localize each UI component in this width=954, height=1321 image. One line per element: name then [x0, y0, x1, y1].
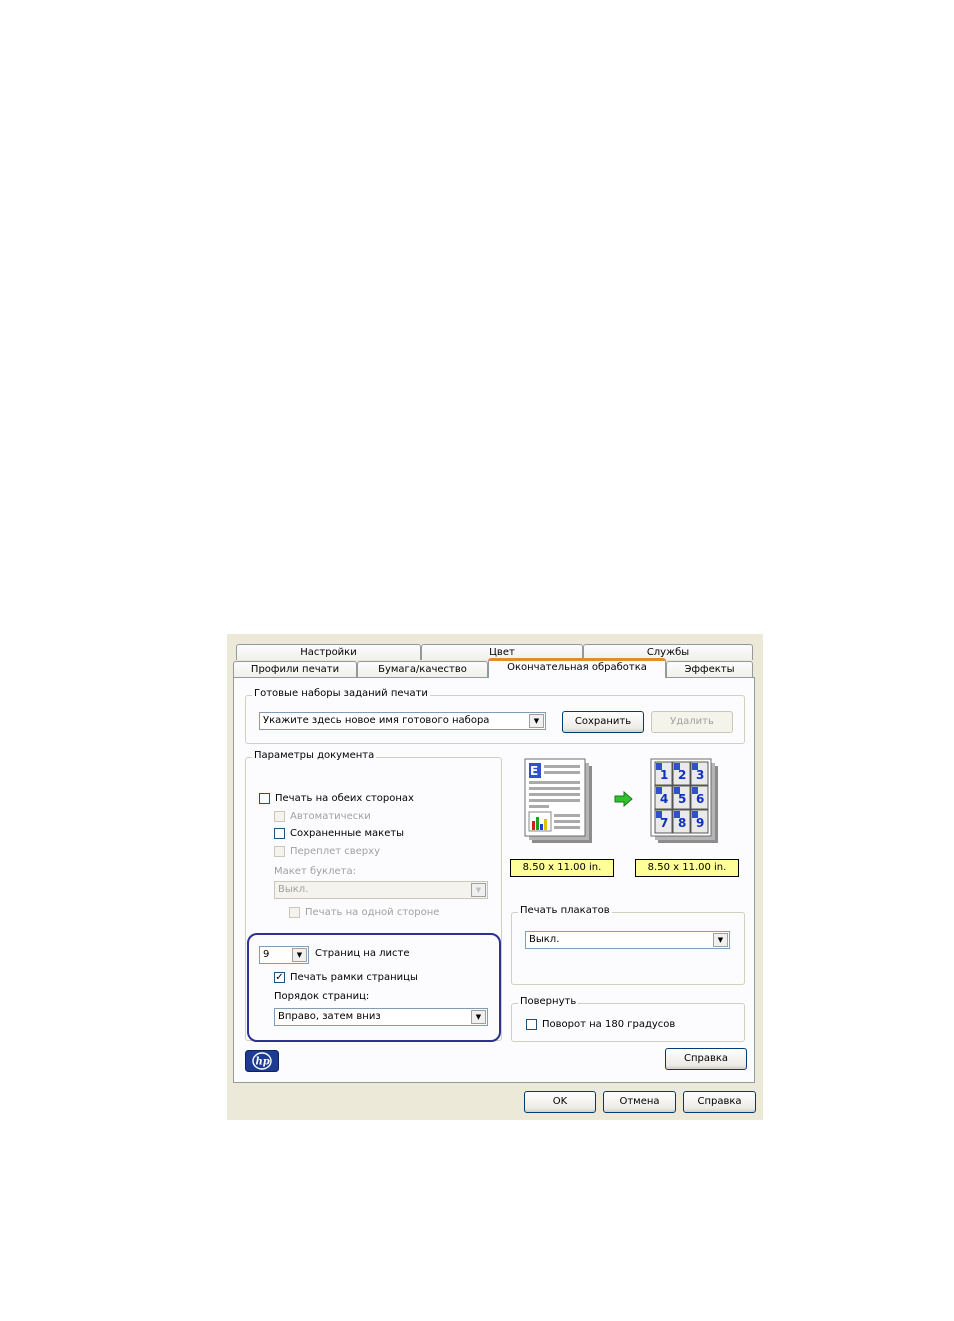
auto-checkbox[interactable]: Автоматически	[274, 811, 371, 822]
preset-name-select[interactable]: Укажите здесь новое имя готового набора …	[259, 712, 546, 730]
chevron-down-icon[interactable]: ▼	[292, 948, 307, 962]
help-inner-button[interactable]: Справка	[665, 1048, 747, 1070]
rotate-180-checkbox[interactable]: Поворот на 180 градусов	[526, 1019, 675, 1030]
checkbox-box[interactable]	[274, 846, 285, 857]
mini-page-number: 1	[660, 768, 668, 782]
poster-legend: Печать плакатов	[518, 905, 612, 916]
saved-layouts-label: Сохраненные макеты	[290, 828, 405, 839]
booklet-layout-label: Макет буклета:	[274, 866, 356, 877]
rotate-legend: Повернуть	[518, 996, 579, 1007]
poster-value: Выкл.	[529, 934, 560, 945]
tab-finishing[interactable]: Окончательная обработка	[488, 658, 666, 678]
cancel-button[interactable]: Отмена	[603, 1091, 676, 1113]
page-borders-checkbox[interactable]: ✓ Печать рамки страницы	[274, 972, 418, 983]
finishing-tab-panel: Готовые наборы заданий печати Укажите зд…	[233, 677, 755, 1083]
poster-group: Печать плакатов Выкл. ▼	[511, 905, 745, 985]
page-borders-label: Печать рамки страницы	[290, 972, 418, 983]
arrow-right-icon	[614, 791, 633, 807]
page-order-value: Вправо, затем вниз	[278, 1011, 381, 1022]
duplex-label: Печать на обеих сторонах	[275, 793, 414, 804]
mini-page-number: 8	[678, 816, 686, 830]
tab-print-profiles[interactable]: Профили печати	[233, 661, 357, 677]
svg-text:hp: hp	[256, 1057, 270, 1068]
booklet-layout-select[interactable]: Выкл. ▼	[274, 881, 488, 899]
chevron-down-icon[interactable]: ▼	[471, 1010, 486, 1024]
chevron-down-icon[interactable]: ▼	[529, 714, 544, 728]
original-size-label: 8.50 x 11.00 in.	[510, 859, 614, 877]
checkbox-box[interactable]	[274, 811, 285, 822]
delete-preset-button[interactable]: Удалить	[651, 711, 733, 733]
mini-page-number: 2	[678, 768, 686, 782]
hp-logo-icon[interactable]: hp	[245, 1050, 279, 1072]
save-preset-button[interactable]: Сохранить	[562, 711, 644, 733]
checkmark-icon[interactable]: ✓	[274, 972, 285, 983]
tab-settings[interactable]: Настройки	[236, 644, 421, 660]
checkbox-box[interactable]	[259, 793, 270, 804]
chevron-down-icon[interactable]: ▼	[471, 883, 486, 897]
svg-text:E: E	[530, 764, 538, 778]
tab-effects[interactable]: Эффекты	[666, 661, 753, 677]
nine-up-preview-icon: 1 2 3 4 5 6 7 8 9	[650, 758, 718, 843]
booklet-layout-value: Выкл.	[278, 884, 309, 895]
mini-page-number: 9	[696, 816, 704, 830]
mini-page-number: 4	[660, 792, 668, 806]
auto-label: Автоматически	[290, 811, 371, 822]
presets-group: Готовые наборы заданий печати Укажите зд…	[245, 688, 745, 744]
flip-top-label: Переплет сверху	[290, 846, 380, 857]
mini-page-number: 6	[696, 792, 704, 806]
checkbox-box[interactable]	[274, 828, 285, 839]
one-side-label: Печать на одной стороне	[305, 907, 440, 918]
ok-button[interactable]: OK	[524, 1091, 596, 1113]
flip-top-checkbox[interactable]: Переплет сверху	[274, 846, 380, 857]
pages-per-sheet-select[interactable]: 9 ▼	[259, 946, 309, 964]
page-order-select[interactable]: Вправо, затем вниз ▼	[274, 1008, 488, 1026]
mini-page-number: 7	[660, 816, 668, 830]
single-page-preview-icon: E	[524, 758, 592, 843]
tab-paper-quality[interactable]: Бумага/качество	[357, 661, 488, 677]
preset-name-value: Укажите здесь новое имя готового набора	[263, 715, 490, 726]
mini-page-number: 3	[696, 768, 704, 782]
chevron-down-icon[interactable]: ▼	[713, 933, 728, 947]
presets-legend: Готовые наборы заданий печати	[252, 688, 430, 699]
rotate-180-label: Поворот на 180 градусов	[542, 1019, 676, 1030]
one-side-checkbox[interactable]: Печать на одной стороне	[289, 907, 439, 918]
poster-select[interactable]: Выкл. ▼	[525, 931, 730, 949]
mini-page-number: 5	[678, 792, 686, 806]
duplex-checkbox[interactable]: Печать на обеих сторонах	[259, 793, 414, 804]
document-params-legend: Параметры документа	[252, 750, 377, 761]
printer-properties-dialog: Настройки Цвет Службы Профили печати Бум…	[227, 634, 763, 1120]
saved-layouts-checkbox[interactable]: Сохраненные макеты	[274, 828, 404, 839]
page-order-label: Порядок страниц:	[274, 991, 370, 1002]
rotate-group: Повернуть Поворот на 180 градусов	[511, 996, 745, 1042]
checkbox-box[interactable]	[289, 907, 300, 918]
pages-per-sheet-value: 9	[263, 949, 270, 960]
pages-per-sheet-label: Страниц на листе	[315, 948, 410, 959]
output-size-label: 8.50 x 11.00 in.	[635, 859, 739, 877]
checkbox-box[interactable]	[526, 1019, 537, 1030]
help-button[interactable]: Справка	[683, 1091, 756, 1113]
